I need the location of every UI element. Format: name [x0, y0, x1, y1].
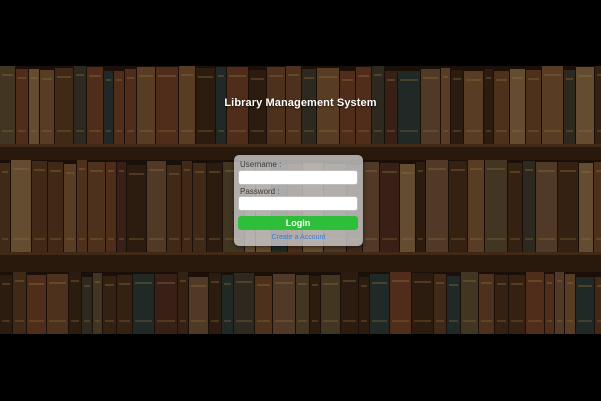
page-title: Library Management System — [224, 97, 377, 109]
username-label: Username : — [240, 160, 282, 169]
password-label: Password : — [240, 187, 280, 196]
username-input[interactable] — [238, 170, 358, 185]
create-account-link[interactable]: Create a Account — [234, 234, 363, 241]
login-card: Username : Password : Login Create a Acc… — [234, 155, 363, 246]
login-button[interactable]: Login — [238, 216, 358, 230]
password-input[interactable] — [238, 196, 358, 211]
